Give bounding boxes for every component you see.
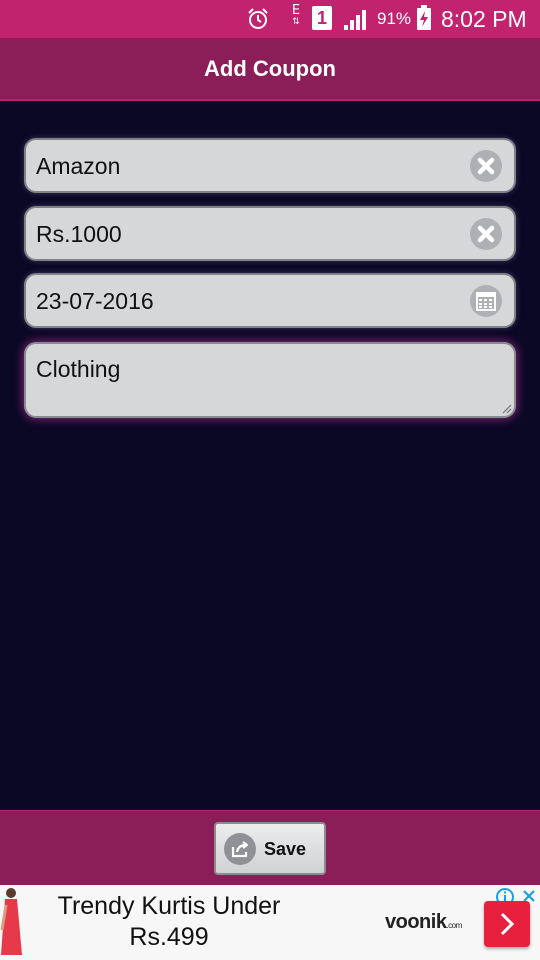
app-bar: Add Coupon: [0, 38, 540, 101]
store-name-field[interactable]: Amazon: [24, 138, 516, 193]
battery-charging-icon: [417, 5, 431, 30]
ad-model-image: [0, 888, 22, 955]
clear-icon: [477, 157, 495, 175]
sim-1-icon: 1: [312, 6, 332, 30]
network-type-label: E: [291, 3, 301, 18]
status-bar: E ⇅ 1 91% 8:02 PM: [0, 0, 540, 38]
chevron-right-icon: [500, 912, 515, 936]
store-name-value: Amazon: [36, 153, 121, 179]
ad-banner[interactable]: Trendy Kurtis Under Rs.499 voonik.com: [0, 885, 540, 960]
clear-icon: [477, 225, 495, 243]
save-button-label: Save: [264, 839, 307, 859]
alarm-icon: [248, 8, 268, 29]
share-export-icon: [224, 833, 256, 865]
ad-brand-logo[interactable]: voonik.com: [385, 910, 462, 938]
status-time: 8:02 PM: [441, 6, 527, 32]
calendar-icon: [476, 292, 496, 311]
battery-percent: 91%: [377, 9, 412, 28]
date-picker-button[interactable]: [470, 285, 502, 317]
amount-value: Rs.1000: [36, 221, 122, 247]
network-e-icon: E ⇅: [291, 3, 301, 27]
clear-store-button[interactable]: [470, 150, 502, 182]
ad-headline[interactable]: Trendy Kurtis Under Rs.499: [34, 891, 304, 953]
expiry-date-value: 23-07-2016: [36, 288, 154, 314]
page-title: Add Coupon: [204, 56, 336, 81]
ad-brand-name: voonik: [385, 911, 447, 933]
category-textarea[interactable]: Clothing: [24, 342, 516, 418]
signal-icon: [344, 10, 366, 30]
ad-open-button[interactable]: [484, 901, 530, 947]
expiry-date-field[interactable]: 23-07-2016: [24, 273, 516, 328]
amount-field[interactable]: Rs.1000: [24, 206, 516, 261]
save-button[interactable]: Save: [214, 822, 326, 875]
resize-grip-icon[interactable]: [500, 402, 512, 414]
category-value: Clothing: [36, 356, 121, 382]
ad-brand-domain: .com: [446, 921, 462, 930]
bottom-bar: Save: [0, 810, 540, 885]
clear-amount-button[interactable]: [470, 218, 502, 250]
